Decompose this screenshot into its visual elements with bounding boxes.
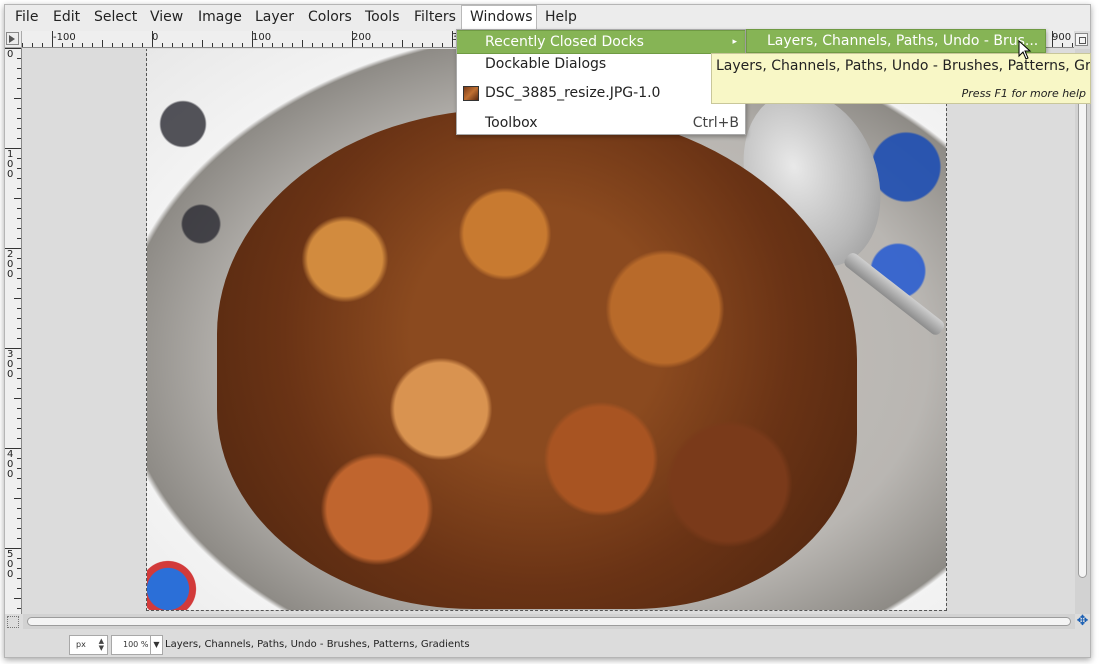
vertical-scrollbar[interactable]	[1075, 49, 1090, 614]
menu-layer[interactable]: Layer	[247, 5, 302, 31]
ruler-label: 200	[7, 249, 14, 280]
menu-colors[interactable]: Colors	[300, 5, 360, 31]
plate-pattern	[147, 49, 237, 299]
vertical-ruler-ticks	[5, 48, 21, 609]
menubar: File Edit Select View Image Layer Colors…	[5, 5, 1090, 31]
menu-item-label: DSC_3885_resize.JPG-1.0	[485, 85, 661, 101]
quick-mask-toggle[interactable]	[7, 616, 19, 628]
submenu-item-dock: Layers, Channels, Paths, Undo - Brus...	[767, 33, 1039, 49]
ruler-label: 200	[352, 32, 372, 43]
zoom-selector[interactable]: 100 % ▼	[111, 635, 163, 655]
menu-view[interactable]: View	[142, 5, 191, 31]
food-photo	[217, 109, 857, 609]
ruler-label: 900	[1052, 32, 1072, 43]
ruler-label: 0	[152, 32, 159, 43]
ruler-label: -100	[53, 32, 76, 43]
ruler-label: 100	[252, 32, 272, 43]
menu-item-dockable-dialogs[interactable]: Dockable Dialogs	[457, 53, 745, 77]
ruler-label: 400	[7, 449, 14, 480]
menu-item-shortcut: Ctrl+B	[692, 115, 739, 131]
spin-arrows-icon[interactable]: ▲ ▼	[99, 638, 104, 652]
ruler-menu-button[interactable]	[5, 31, 22, 48]
status-message: Layers, Channels, Paths, Undo - Brushes,…	[165, 639, 470, 650]
vertical-ruler[interactable]: 0 100 200 300 400 500	[5, 48, 22, 614]
ruler-label: 300	[7, 349, 14, 380]
arrow-right-icon	[9, 35, 15, 43]
ruler-label: 500	[7, 549, 14, 580]
windows-menu-dropdown: Recently Closed Docks ▸ Dockable Dialogs…	[456, 29, 746, 135]
menu-item-image-window[interactable]: DSC_3885_resize.JPG-1.0	[457, 82, 745, 106]
menu-select[interactable]: Select	[86, 5, 145, 31]
menu-image[interactable]: Image	[190, 5, 250, 31]
menu-windows[interactable]: Windows	[461, 5, 537, 31]
tooltip: Layers, Channels, Paths, Undo - Brushes,…	[711, 53, 1091, 104]
menu-item-label: Toolbox	[485, 115, 538, 131]
menu-item-recently-closed-docks[interactable]: Recently Closed Docks ▸	[457, 30, 745, 54]
horizontal-scrollbar-thumb[interactable]	[27, 617, 1071, 626]
menu-edit[interactable]: Edit	[45, 5, 88, 31]
statusbar: px ▲ ▼ 100 % ▼ Layers, Channels, Paths, U…	[5, 631, 1090, 657]
menu-file[interactable]: File	[7, 5, 46, 31]
mouse-pointer-icon	[1018, 40, 1032, 60]
submenu-arrow-icon: ▸	[732, 37, 737, 47]
menu-tools[interactable]: Tools	[357, 5, 408, 31]
menu-item-toolbox[interactable]: Toolbox Ctrl+B	[457, 112, 745, 136]
navigate-icon[interactable]: ✥	[1075, 614, 1090, 629]
tablecloth-pattern	[147, 540, 217, 610]
menu-filters[interactable]: Filters	[406, 5, 464, 31]
horizontal-scrollbar[interactable]	[23, 614, 1075, 629]
tooltip-help-hint: Press F1 for more help	[961, 87, 1086, 100]
unit-value: px	[76, 640, 86, 649]
image-thumbnail-icon	[463, 86, 479, 101]
menu-help[interactable]: Help	[537, 5, 585, 31]
tooltip-text: Layers, Channels, Paths, Undo - Brushes,…	[716, 58, 1091, 74]
recently-closed-docks-submenu[interactable]: Layers, Channels, Paths, Undo - Brus...	[746, 29, 1046, 53]
zoom-image-icon[interactable]	[1075, 33, 1088, 46]
menu-item-label: Recently Closed Docks	[485, 34, 644, 50]
zoom-value: 100 %	[123, 640, 149, 649]
unit-selector[interactable]: px ▲ ▼	[69, 635, 108, 655]
chevron-down-icon[interactable]: ▼	[150, 636, 162, 654]
menu-item-label: Dockable Dialogs	[485, 56, 607, 72]
ruler-label: 0	[7, 49, 14, 60]
vertical-scrollbar-thumb[interactable]	[1078, 53, 1087, 578]
ruler-label: 100	[7, 149, 14, 180]
